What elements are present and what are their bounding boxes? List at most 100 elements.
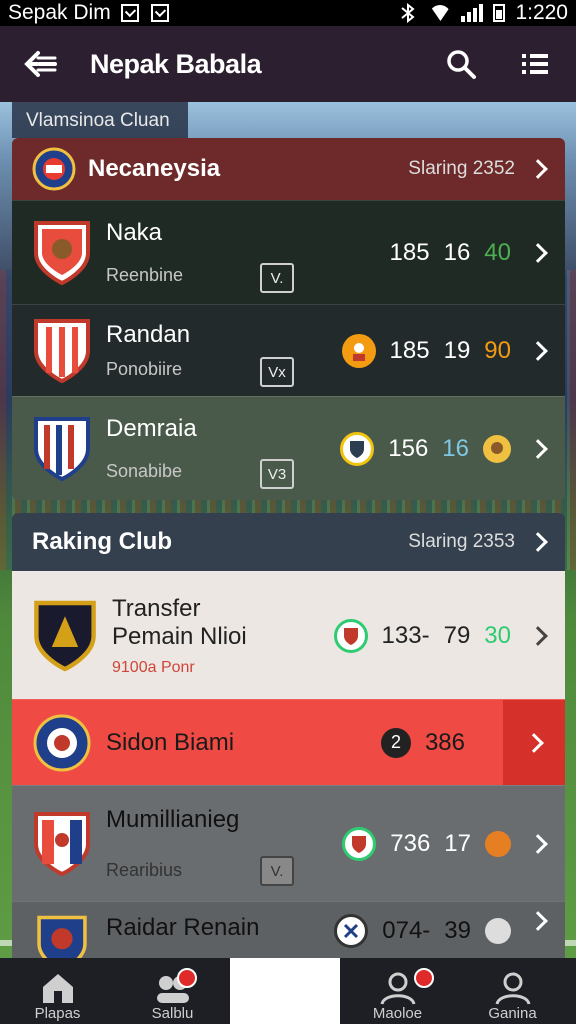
back-arrow-icon xyxy=(24,51,57,77)
battery-icon xyxy=(493,4,506,22)
stat-played: 133- xyxy=(381,621,430,649)
nav-label: Salblu xyxy=(151,1005,194,1022)
chevron-right-icon xyxy=(524,732,544,753)
chevron-right-icon[interactable] xyxy=(528,532,548,552)
stat-played: 074- xyxy=(382,917,431,944)
league-header[interactable]: Raking Club Slaring 2353 xyxy=(12,513,565,571)
club-subtitle: Rearibius xyxy=(106,860,183,880)
signal-icon xyxy=(461,4,484,22)
club-row[interactable]: Mumillianieg Rearibius V. 736 17 xyxy=(12,785,565,901)
league-crest-icon xyxy=(32,147,76,191)
chevron-right-icon[interactable] xyxy=(528,340,548,361)
nav-label: Maoloe xyxy=(372,1005,423,1022)
search-button[interactable] xyxy=(444,47,478,81)
stat-wins: 19 xyxy=(443,336,471,364)
club-crest-icon xyxy=(34,318,90,383)
club-name: Demraia xyxy=(106,415,197,442)
list-menu-icon xyxy=(522,54,548,74)
stat-wins: 39 xyxy=(444,917,471,944)
club-name: Transfer Pemain Nlioi xyxy=(112,594,247,650)
bottom-navigation: Plapas Salblu Maoloe Ganina xyxy=(0,958,576,1024)
chevron-right-icon[interactable] xyxy=(528,242,548,263)
club-subtitle: Sonabibe xyxy=(106,461,183,481)
nav-item-plapas[interactable]: Plapas xyxy=(0,958,115,1024)
row-action-button[interactable] xyxy=(503,699,565,786)
page-title: Nepak Babala xyxy=(90,48,262,79)
stat-wins: 17 xyxy=(444,829,471,857)
home-icon xyxy=(42,974,73,1003)
club-row[interactable]: Transfer Pemain Nlioi 9100a Ponr 133- 79… xyxy=(12,571,565,699)
status-bar-label: Sepak Dim xyxy=(8,1,111,24)
status-bar: Sepak Dim 1:220 xyxy=(0,0,576,26)
team-badge-icon xyxy=(342,826,377,861)
notification-icon xyxy=(120,4,139,22)
stat-wins: 79 xyxy=(443,621,471,649)
notification-badge xyxy=(177,968,197,988)
league-ranking: Slaring 2352 xyxy=(408,158,515,179)
section-tag: Vlamsinoa Cluan xyxy=(12,102,188,138)
club-subtitle: Reenbine xyxy=(106,265,184,285)
club-row[interactable]: Randan Ponobiire Vx 185 19 90 xyxy=(12,304,565,396)
stat-points: 90 xyxy=(484,336,511,364)
notification-icon-2 xyxy=(150,4,169,22)
club-crest-icon xyxy=(34,600,96,671)
app-bar: Nepak Babala xyxy=(0,26,576,102)
position-badge: 2 xyxy=(380,727,411,758)
nav-label: Plapas xyxy=(34,1005,81,1022)
status-time: 1:220 xyxy=(515,1,568,24)
player-avatar-icon xyxy=(485,918,511,944)
chevron-right-icon[interactable] xyxy=(528,159,548,179)
league-header[interactable]: Necaneysia Slaring 2352 xyxy=(12,138,565,200)
search-icon xyxy=(447,50,476,79)
stat-played: 185 xyxy=(389,336,430,364)
versus-box[interactable]: Vx xyxy=(260,357,294,387)
nav-item-ganina[interactable]: Ganina xyxy=(455,958,570,1024)
league-name: Necaneysia xyxy=(88,155,221,182)
club-name: Mumillianieg xyxy=(106,806,240,833)
league-ranking: Slaring 2353 xyxy=(408,531,515,552)
league-name: Raking Club xyxy=(32,528,173,555)
stat-wins: 16 xyxy=(442,434,469,462)
club-name: Sidon Biami xyxy=(106,728,235,756)
chevron-right-icon[interactable] xyxy=(528,625,548,646)
club-name: Raidar Renain xyxy=(106,914,260,941)
bluetooth-icon xyxy=(401,3,416,23)
player-avatar-icon xyxy=(341,333,376,368)
team-badge-icon xyxy=(334,914,369,948)
stat-points: 30 xyxy=(484,621,511,649)
chevron-right-icon[interactable] xyxy=(528,833,548,854)
back-button[interactable] xyxy=(24,47,58,81)
user-icon xyxy=(495,972,530,1005)
stat-points: 40 xyxy=(484,238,511,266)
team-badge-icon xyxy=(333,618,368,653)
league-card-1: Necaneysia Slaring 2352 Naka Reenbine V.… xyxy=(12,138,565,500)
nav-label: Ganina xyxy=(488,1005,537,1022)
stat-played: 185 xyxy=(389,238,430,266)
chevron-right-icon[interactable] xyxy=(528,911,548,931)
stat-played: 386 xyxy=(424,728,465,756)
club-row-highlighted[interactable]: Sidon Biami 2 386 xyxy=(12,699,565,786)
club-name: Naka xyxy=(106,219,163,246)
club-subtitle: Ponobiire xyxy=(106,359,183,379)
player-avatar-icon xyxy=(485,830,511,857)
profile-icon xyxy=(380,972,415,1005)
club-row[interactable]: Demraia Sonabibe V3 156 16 xyxy=(12,396,565,500)
club-name: Randan xyxy=(106,321,191,348)
nav-item-active[interactable] xyxy=(230,958,340,1024)
versus-box[interactable]: V. xyxy=(260,856,294,886)
nav-item-salblu[interactable]: Salblu xyxy=(115,958,230,1024)
club-row[interactable]: Naka Reenbine V. 185 16 40 xyxy=(12,200,565,304)
chevron-right-icon[interactable] xyxy=(528,438,548,459)
menu-button[interactable] xyxy=(518,47,552,81)
league-card-2: Raking Club Slaring 2353 Transfer Pemain… xyxy=(12,513,565,973)
club-crest-icon xyxy=(34,416,90,481)
versus-box[interactable]: V. xyxy=(260,263,294,293)
club-row[interactable]: Raidar Renain 074- 39 xyxy=(12,901,565,973)
stat-wins: 16 xyxy=(443,238,471,266)
club-crest-icon xyxy=(34,220,90,285)
stat-played: 156 xyxy=(388,434,429,462)
versus-box[interactable]: V3 xyxy=(260,459,294,489)
nav-item-maoloe[interactable]: Maoloe xyxy=(340,958,455,1024)
club-subtitle: 9100a Ponr xyxy=(112,658,195,676)
stat-played: 736 xyxy=(390,829,431,857)
